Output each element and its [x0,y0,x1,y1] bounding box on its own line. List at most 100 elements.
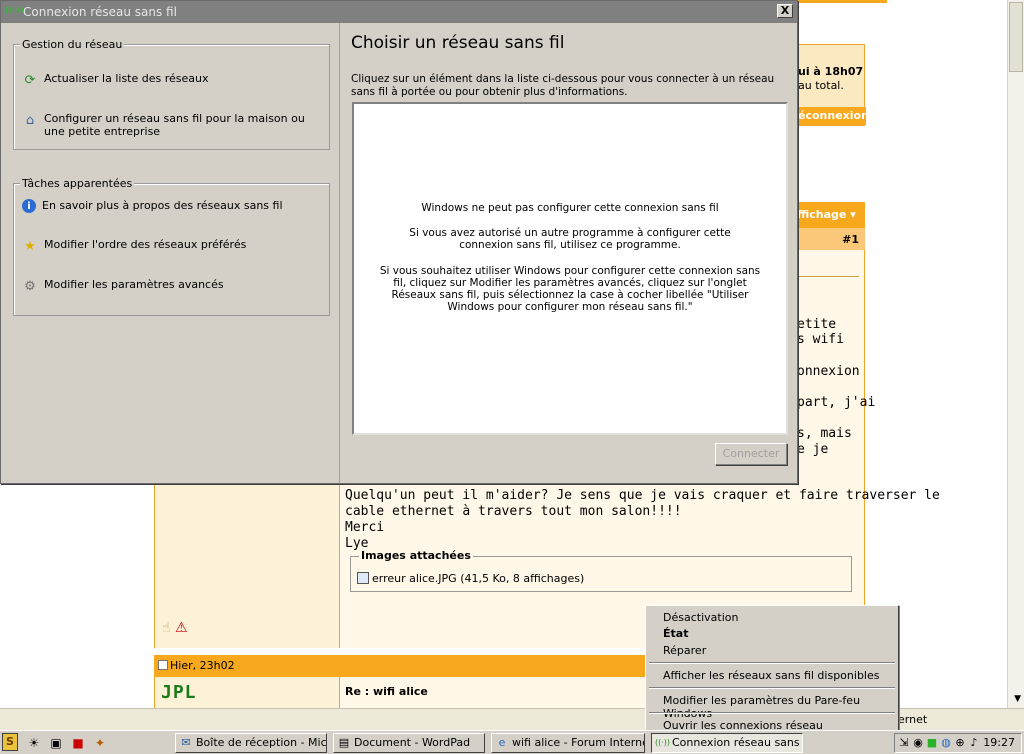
taskbar-button-label: Boîte de réception - Micr... [196,736,327,749]
taskbar-button-browser[interactable]: e wifi alice - Forum Interne... [491,733,645,753]
quicklaunch-app-icon[interactable]: ▣ [48,735,64,751]
next-post-title: Re : wifi alice [345,685,428,698]
taskbar-button-label: Connexion réseau sans fil [672,736,803,749]
welcome-banner: ui à 18h07 au total. éconnexion [797,44,869,126]
taskbar-button-label: wifi alice - Forum Interne... [512,736,645,749]
outlook-icon: ✉ [181,736,191,749]
attachments-title: Images attachées [359,549,473,562]
page-title: Choisir un réseau sans fil [351,33,565,53]
taskbar-button-wordpad[interactable]: ▤ Document - WordPad [333,733,485,753]
wireless-icon: ((·)) [655,738,671,747]
taskbar: S ☀ ▣ ■ ✦ ✉ Boîte de réception - Micr...… [0,730,1024,754]
quicklaunch-tools-icon[interactable]: ✦ [92,735,108,751]
taskbar-button-wireless[interactable]: ((·)) Connexion réseau sans fil [651,733,803,753]
speaker-tray-icon[interactable]: ♪ [967,736,981,750]
dialog-title: Connexion réseau sans fil [23,5,177,19]
post-text-fragment: onnexion [797,364,860,379]
system-tray: ⇲ ◉ ■ ◍ ⊕ ♪ 19:27 [894,733,1022,753]
post-text-fragment: e je [797,442,829,457]
network-tasks-title: Gestion du réseau [20,38,125,51]
task-label: En savoir plus à propos des réseaux sans… [42,199,283,212]
scroll-down-arrow-icon[interactable]: ▼ [1014,694,1021,704]
tasks-pane: Gestion du réseau ⟳ Actualiser la liste … [2,23,340,483]
wordpad-icon: ▤ [338,736,350,749]
reputation-icon[interactable]: ☝ [162,620,171,636]
taskbar-button-label: Document - WordPad [354,736,471,749]
menu-separator [649,662,895,664]
connect-button[interactable]: Connecter [715,443,787,465]
taskbar-button-inbox[interactable]: ✉ Boîte de réception - Micr... [175,733,327,753]
post-text-line: Merci [345,520,385,535]
post-divider [797,276,859,277]
task-label: Modifier les paramètres avancés [44,278,224,291]
clock[interactable]: 19:27 [983,736,1015,749]
setup-wireless-network-link[interactable]: ⌂ Configurer un réseau sans fil pour la … [22,112,322,138]
menu-separator [649,712,895,714]
error-message-paragraph: Si vous avez autorisé un autre programme… [409,227,731,251]
quicklaunch-sun-icon[interactable]: ☀ [26,735,42,751]
menu-item-firewall-settings[interactable]: Modifier les paramètres du Pare-feu Wind… [663,694,898,720]
status-zone-text: ernet [898,713,928,726]
task-label: Actualiser la liste des réseaux [44,72,209,85]
post-number[interactable]: #1 [797,228,865,250]
dialog-titlebar[interactable]: ((·)) Connexion réseau sans fil X [1,1,797,23]
post-text-fragment: s wifi [797,332,844,347]
attachment-link[interactable]: erreur alice.JPG (41,5 Ko, 8 affichages) [357,572,584,585]
logout-link[interactable]: éconnexion [798,107,869,125]
menu-item-disable[interactable]: Désactivation [663,611,738,624]
task-label: Configurer un réseau sans fil pour la ma… [44,112,305,138]
browser-icon: e [498,736,506,749]
menu-separator [649,687,895,689]
learn-wireless-link[interactable]: i En savoir plus à propos des réseaux sa… [22,199,322,213]
wireless-setup-icon: ⌂ [25,112,35,128]
related-tasks-title: Tâches apparentées [20,177,135,190]
attachment-filename: erreur alice.JPG (41,5 Ko, 8 affichages) [372,572,585,585]
network-list[interactable]: Windows ne peut pas configurer cette con… [352,102,788,435]
network-tasks-group: Gestion du réseau ⟳ Actualiser la liste … [13,38,330,150]
menu-item-view-networks[interactable]: Afficher les réseaux sans fil disponible… [663,669,879,682]
scrollbar-thumb[interactable] [1009,2,1023,72]
refresh-network-list-link[interactable]: ⟳ Actualiser la liste des réseaux [22,72,322,88]
refresh-icon: ⟳ [24,72,36,88]
menu-item-status[interactable]: État [663,627,688,640]
page-scrollbar[interactable]: ▼ [1007,0,1024,708]
banner-line-2: au total. [798,79,844,92]
next-post-author-column: JPL [154,677,340,708]
error-message-title: Windows ne peut pas configurer cette con… [421,202,719,214]
image-file-icon [357,572,369,584]
network-tray-icon[interactable]: ◍ [939,736,953,750]
attachments-box: Images attachées erreur alice.JPG (41,5 … [350,549,852,592]
star-icon: ★ [24,238,36,254]
close-button[interactable]: X [777,4,793,18]
post-text-fragment: s, mais [797,426,852,441]
related-tasks-group: Tâches apparentées i En savoir plus à pr… [13,177,330,316]
settings-icon: ⚙ [24,278,36,294]
next-post-date: Hier, 23h02 [170,659,235,672]
wireless-tray-icon[interactable]: ⇲ [897,736,911,750]
tray-context-menu: Désactivation État Réparer Afficher les … [645,605,899,737]
post-text-fragment: etite [797,317,837,332]
wireless-connection-dialog: ((·)) Connexion réseau sans fil X Gestio… [0,0,798,484]
status-tray-icon[interactable]: ■ [925,736,939,750]
change-preferred-order-link[interactable]: ★ Modifier l'ordre des réseaux préférés [22,238,322,254]
info-icon: i [22,199,36,213]
banner-line-1: ui à 18h07 [798,65,864,78]
next-post-author[interactable]: JPL [161,682,197,703]
start-button[interactable]: S [2,733,18,751]
page-top-border [797,0,887,3]
menu-item-repair[interactable]: Réparer [663,644,706,657]
security-tray-icon[interactable]: ⊕ [953,736,967,750]
report-warning-icon[interactable]: ⚠ [175,620,188,636]
advanced-settings-link[interactable]: ⚙ Modifier les paramètres avancés [22,278,322,294]
quicklaunch-pdf-icon[interactable]: ■ [70,735,86,751]
post-text-line: Quelqu'un peut il m'aider? Je sens que j… [345,488,940,503]
volume-tray-icon[interactable]: ◉ [911,736,925,750]
post-actions: ☝ ⚠ [162,620,188,636]
display-mode-menu[interactable]: ffichage ▾ [797,202,865,228]
task-label: Modifier l'ordre des réseaux préférés [44,238,247,251]
network-chooser-pane: Choisir un réseau sans fil Cliquez sur u… [341,23,797,483]
instructions-text: Cliquez sur un élément dans la liste ci-… [351,73,775,98]
post-text-line: cable ethernet à travers tout mon salon!… [345,504,682,519]
post-date-icon [158,660,168,670]
error-message-paragraph: Si vous souhaitez utiliser Windows pour … [379,265,761,313]
